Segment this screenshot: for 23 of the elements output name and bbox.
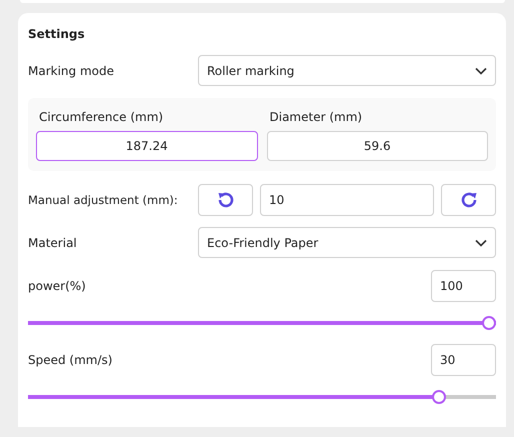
field-label: Diameter (mm)	[270, 110, 364, 124]
rotate-right-icon	[460, 190, 478, 208]
input-field[interactable]: 30	[431, 344, 496, 376]
field-label: Speed (mm/s)	[28, 353, 112, 367]
chevron-down-icon	[475, 238, 487, 246]
dropdown[interactable]: Roller marking	[198, 55, 496, 86]
chevron-down-icon	[475, 66, 487, 74]
dropdown[interactable]: Eco-Friendly Paper	[198, 227, 496, 258]
field-label: Manual adjustment (mm):	[28, 192, 179, 206]
rotate-left-icon	[216, 190, 234, 208]
field-label: Marking mode	[28, 64, 115, 78]
section-title: Settings	[28, 27, 86, 41]
input-field[interactable]: 100	[431, 270, 496, 302]
input-field[interactable]: 187.24	[36, 131, 258, 161]
input-field[interactable]: 59.6	[266, 131, 488, 161]
rotate-left-button[interactable]	[198, 184, 253, 216]
slider-thumb[interactable]	[432, 390, 446, 404]
field-label: Circumference (mm)	[39, 110, 164, 124]
input-field[interactable]: 10	[260, 184, 434, 216]
slider-thumb[interactable]	[482, 316, 496, 330]
field-label: Material	[28, 236, 78, 250]
field-label: power(%)	[28, 279, 86, 293]
rotate-right-button[interactable]	[441, 184, 496, 216]
